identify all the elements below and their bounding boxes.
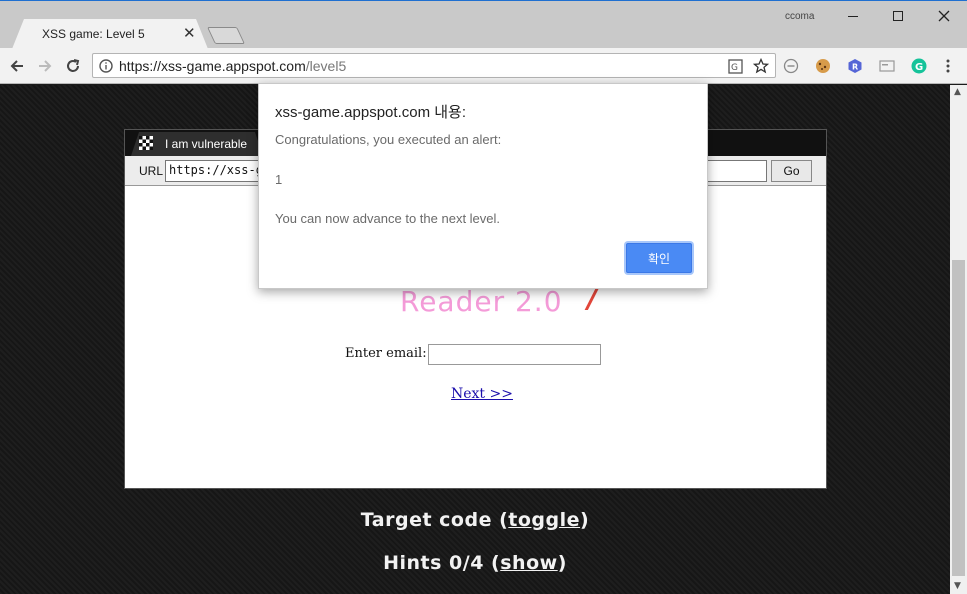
tab-close-icon[interactable]: ✕	[183, 24, 196, 42]
maximize-button[interactable]	[875, 5, 921, 27]
profile-name[interactable]: ccoma	[785, 11, 814, 22]
email-label: Enter email:	[345, 346, 427, 361]
svg-text:R: R	[852, 63, 858, 72]
hints-prefix: Hints 0/4 (	[383, 552, 501, 574]
ext-grammarly-icon[interactable]: G	[911, 58, 927, 74]
ext-block-icon[interactable]	[783, 58, 799, 74]
close-icon	[938, 10, 950, 22]
dialog-message-1: Congratulations, you executed an alert:	[275, 132, 502, 147]
reload-button[interactable]	[61, 54, 85, 78]
url-host: https://xss-game.appspot.com	[119, 58, 306, 74]
target-code-prefix: Target code (	[360, 509, 509, 531]
hints-line: Hints 0/4 (show)	[0, 552, 950, 574]
menu-kebab-icon[interactable]	[940, 58, 956, 74]
frame-tab-label: I am vulnerable	[165, 137, 248, 151]
back-button[interactable]	[5, 54, 29, 78]
checker-icon	[139, 136, 153, 150]
next-link[interactable]: Next >>	[451, 386, 513, 402]
page-scrollbar[interactable]: ▲ ▼	[950, 85, 967, 594]
email-input[interactable]	[428, 344, 601, 365]
close-window-button[interactable]	[921, 5, 967, 27]
toggle-link[interactable]: toggle	[508, 509, 580, 531]
ext-cookie-icon[interactable]	[815, 58, 831, 74]
browser-titlebar: XSS game: Level 5 ✕ ccoma	[0, 0, 967, 48]
tab-title: XSS game: Level 5	[42, 27, 145, 41]
address-bar[interactable]: https://xss-game.appspot.com/level5 G	[92, 53, 776, 78]
svg-text:G: G	[731, 63, 738, 73]
ext-r-shield-icon[interactable]: R	[847, 58, 863, 74]
scroll-up-icon[interactable]: ▲	[954, 87, 961, 97]
translate-icon[interactable]: G	[728, 59, 743, 74]
hints-suffix: )	[557, 552, 567, 574]
back-arrow-icon	[10, 60, 23, 72]
ext-card-icon[interactable]	[879, 58, 895, 74]
minimize-icon	[848, 15, 858, 17]
url-path: /level5	[305, 58, 347, 74]
dialog-title: xss-game.appspot.com 내용:	[275, 104, 467, 121]
dialog-ok-button[interactable]: 확인	[626, 243, 692, 273]
browser-toolbar: https://xss-game.appspot.com/level5 G R …	[0, 48, 967, 84]
frame-url-label: URL	[139, 164, 164, 178]
new-tab-button[interactable]	[207, 27, 245, 44]
target-code-line: Target code (toggle)	[0, 509, 950, 531]
maximize-icon	[893, 11, 903, 21]
target-code-suffix: )	[580, 509, 590, 531]
dialog-message-2: 1	[275, 172, 283, 187]
minimize-button[interactable]	[830, 5, 876, 27]
forward-arrow-icon	[39, 60, 52, 72]
forward-button[interactable]	[33, 54, 57, 78]
go-button[interactable]: Go	[771, 160, 812, 182]
reader-title: Reader 2.0	[400, 285, 563, 318]
show-hints-link[interactable]: show	[500, 552, 557, 574]
info-icon[interactable]	[99, 59, 113, 73]
scroll-down-icon[interactable]: ▼	[954, 581, 961, 591]
dialog-message-3: You can now advance to the next level.	[275, 211, 501, 226]
alert-dialog: xss-game.appspot.com 내용: Congratulations…	[258, 83, 708, 289]
address-text: https://xss-game.appspot.com/level5	[119, 58, 346, 74]
bookmark-star-icon[interactable]	[753, 58, 769, 74]
reload-icon	[67, 59, 80, 72]
svg-text:G: G	[915, 62, 923, 73]
scroll-thumb[interactable]	[952, 260, 965, 576]
